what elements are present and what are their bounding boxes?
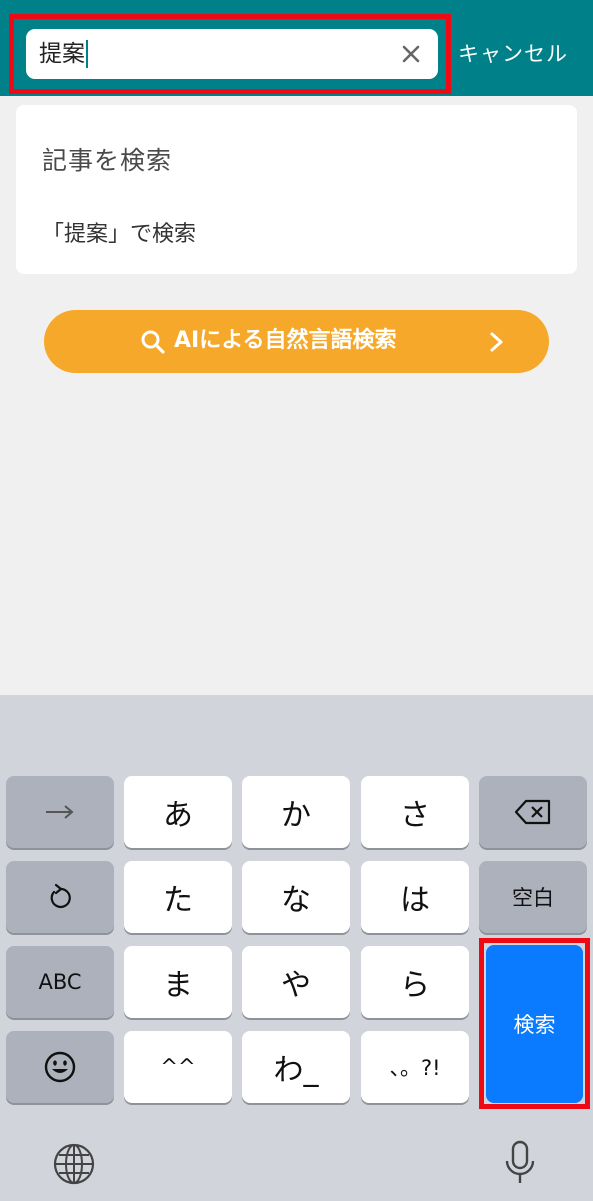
key-punctuation[interactable]: 、。?! [361,1031,469,1103]
ai-search-label: AIによる自然言語検索 [174,328,397,353]
search-icon [141,330,165,354]
article-search-heading: 記事を検索 [42,146,173,175]
key-a[interactable]: あ [124,776,232,848]
key-emoticon[interactable]: ^^ [124,1031,232,1103]
arrow-right-icon [46,805,74,819]
key-wa[interactable]: わ_ [242,1031,350,1103]
undo-key[interactable] [6,861,114,933]
chevron-right-icon [490,332,503,352]
key-ra[interactable]: ら [361,946,469,1018]
next-candidate-key[interactable] [6,776,114,848]
emoji-key[interactable] [6,1031,114,1103]
emoji-icon [44,1051,76,1083]
cancel-button[interactable]: キャンセル [458,40,568,68]
key-na[interactable]: な [242,861,350,933]
search-suggestion-item[interactable]: 「提案」で検索 [42,216,196,248]
undo-icon [50,883,71,909]
space-key[interactable]: 空白 [479,861,587,933]
ai-natural-language-search-button[interactable]: AIによる自然言語検索 [44,310,549,373]
microphone-icon[interactable] [503,1139,537,1187]
backspace-key[interactable] [479,776,587,848]
backspace-icon [514,799,551,825]
key-ha[interactable]: は [361,861,469,933]
search-field-highlight [9,14,451,94]
globe-icon[interactable] [52,1142,96,1186]
key-ma[interactable]: ま [124,946,232,1018]
abc-switch-key[interactable]: ABC [6,946,114,1018]
search-key-highlight [479,938,590,1109]
search-suggestion-card: 記事を検索 「提案」で検索 [16,105,577,274]
key-ya[interactable]: や [242,946,350,1018]
key-sa[interactable]: さ [361,776,469,848]
key-ka[interactable]: か [242,776,350,848]
key-ta[interactable]: た [124,861,232,933]
